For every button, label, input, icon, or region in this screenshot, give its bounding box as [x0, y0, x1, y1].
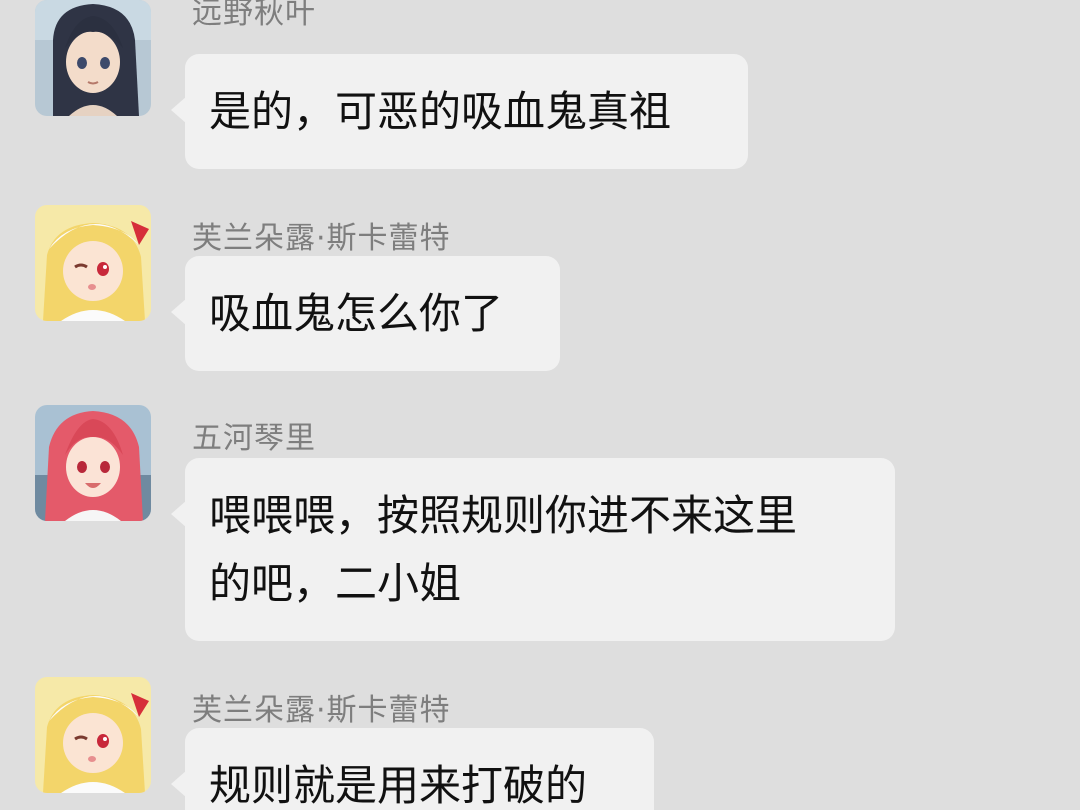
chat-message-list[interactable]: 远野秋叶 是的，可恶的吸血鬼真祖 芙兰朵露·斯卡蕾特 吸血鬼怎么你了 五河琴里 …	[0, 0, 1080, 810]
sender-name: 五河琴里	[192, 421, 316, 456]
avatar-red-hair-girl[interactable]	[35, 405, 151, 521]
message-bubble[interactable]: 规则就是用来打破的	[171, 728, 654, 810]
message-text: 规则就是用来打破的	[209, 761, 588, 810]
message-text: 吸血鬼怎么你了	[209, 289, 504, 338]
message-bubble[interactable]: 喂喂喂，按照规则你进不来这里 的吧，二小姐	[171, 458, 895, 641]
message-text-line: 喂喂喂，按照规则你进不来这里	[209, 491, 798, 540]
sender-name: 芙兰朵露·斯卡蕾特	[192, 693, 451, 728]
sender-name: 远野秋叶	[192, 0, 316, 31]
avatar-dark-hair-girl[interactable]	[35, 0, 151, 116]
avatar-blonde-girl-winking[interactable]	[35, 677, 151, 793]
avatar-blonde-girl-winking[interactable]	[35, 205, 151, 321]
message-text-line: 的吧，二小姐	[209, 559, 462, 608]
sender-name: 芙兰朵露·斯卡蕾特	[192, 221, 451, 256]
message-bubble[interactable]: 吸血鬼怎么你了	[171, 256, 560, 371]
message-text: 是的，可恶的吸血鬼真祖	[209, 87, 672, 136]
message-bubble[interactable]: 是的，可恶的吸血鬼真祖	[171, 54, 748, 169]
